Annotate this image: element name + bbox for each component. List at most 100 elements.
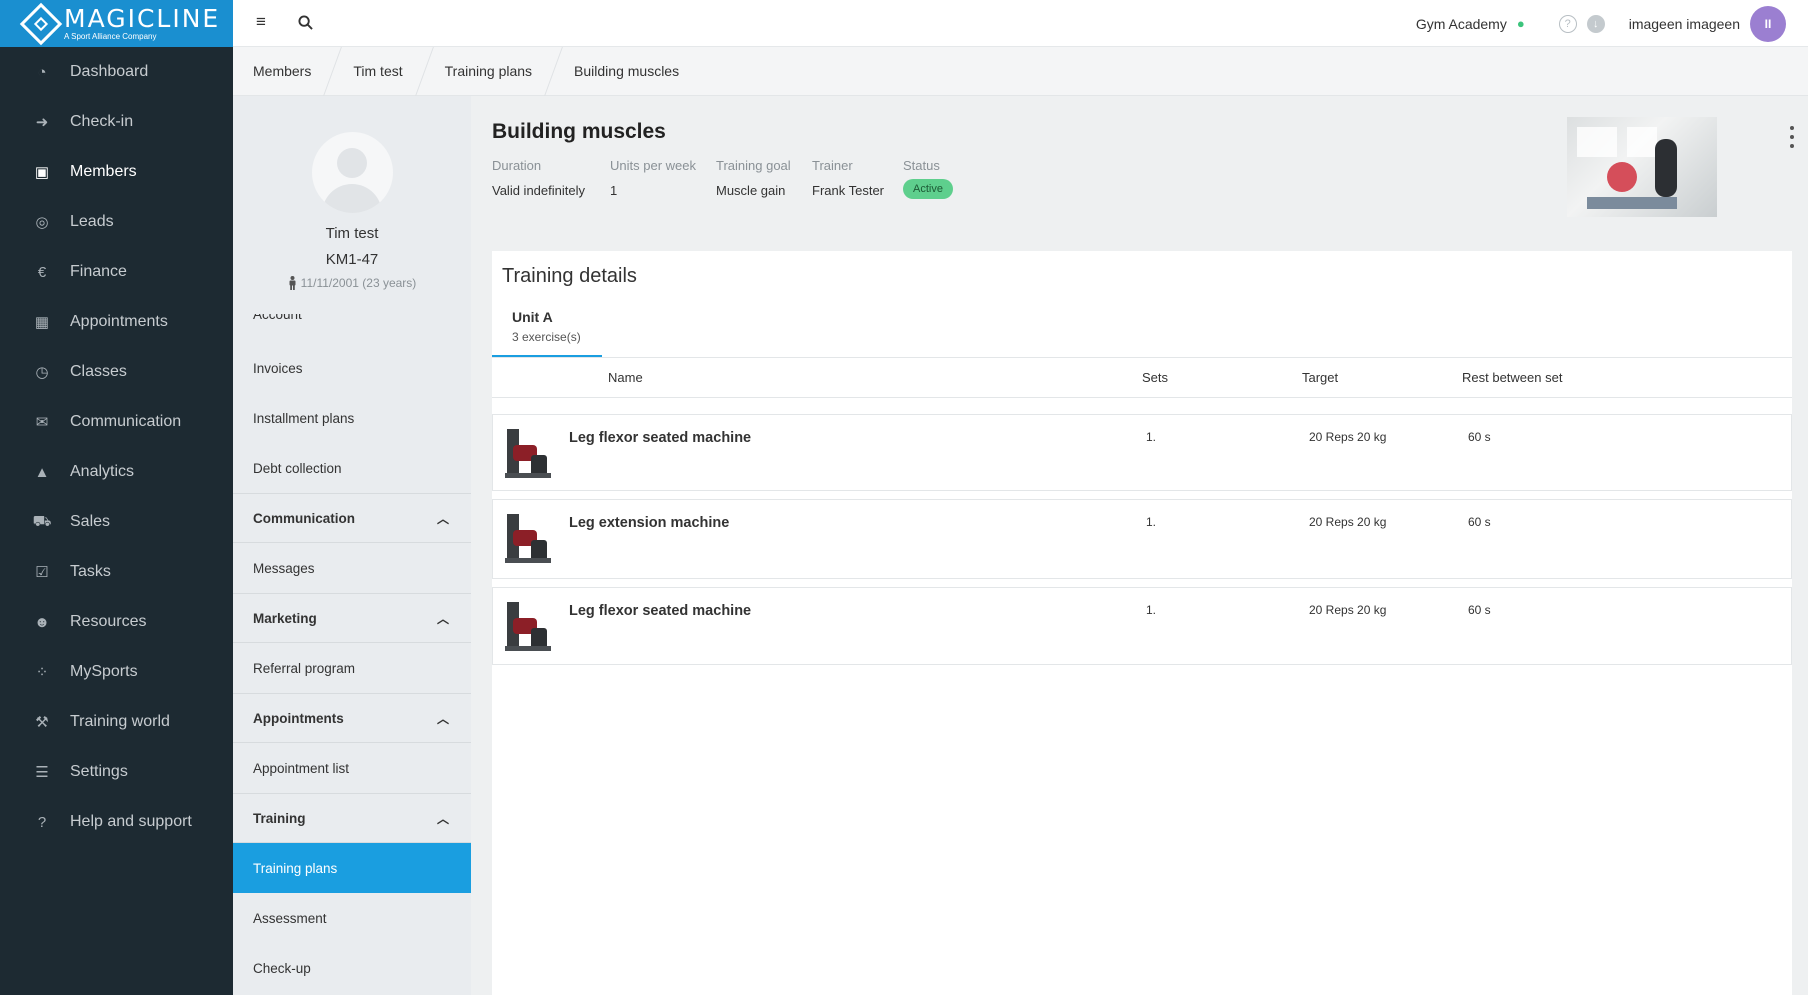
breadcrumb-member[interactable]: Tim test: [333, 47, 424, 96]
unit-tab-label: Unit A: [512, 309, 553, 325]
sidebar-item-mysports[interactable]: ⁘ MySports: [0, 647, 233, 697]
sidebar-item-tasks[interactable]: ☑ Tasks: [0, 547, 233, 597]
stopwatch-icon: ◷: [35, 364, 49, 381]
chart-icon: ▲: [34, 463, 50, 481]
sidebar-item-label: Training world: [70, 713, 170, 730]
column-name: Name: [608, 370, 643, 385]
member-nav-account[interactable]: Account: [233, 314, 471, 343]
table-row[interactable]: Leg extension machine 1. 20 Reps 20 kg 6…: [492, 499, 1792, 579]
plan-units-value: 1: [610, 183, 618, 198]
check-in-icon: ➜: [35, 114, 49, 131]
sidebar-item-analytics[interactable]: ▲ Analytics: [0, 447, 233, 497]
person-icon: [289, 276, 296, 290]
menu-icon[interactable]: ≡: [251, 12, 271, 32]
leads-icon: ◎: [35, 214, 49, 231]
search-icon[interactable]: [295, 12, 315, 32]
unit-tab-count: 3 exercise(s): [512, 330, 581, 344]
plan-status: Status Active: [903, 158, 953, 199]
column-rest: Rest between set: [1462, 370, 1563, 385]
exercise-machine-thumbnail: [503, 598, 555, 653]
sidebar-item-label: Communication: [70, 413, 182, 430]
sidebar-item-finance[interactable]: € Finance: [0, 247, 233, 297]
table-row[interactable]: Leg flexor seated machine 1. 20 Reps 20 …: [492, 414, 1792, 491]
sidebar-item-leads[interactable]: ◎ Leads: [0, 197, 233, 247]
member-nav-appointments-header[interactable]: Appointments ︿: [233, 693, 471, 743]
member-nav-debt-collection[interactable]: Debt collection: [233, 443, 471, 493]
exercise-rest: 60 s: [1468, 515, 1491, 529]
sidebar-item-settings[interactable]: ☰ Settings: [0, 747, 233, 797]
sidebar-item-label: Settings: [70, 763, 128, 780]
people-icon: ☻: [34, 613, 50, 631]
sidebar-item-appointments[interactable]: ▦ Appointments: [0, 297, 233, 347]
section-title: Training details: [502, 265, 637, 287]
cart-icon: ⛟: [32, 512, 52, 530]
exercise-sets: 1.: [1146, 430, 1157, 444]
exercise-rest: 60 s: [1468, 603, 1491, 617]
sidebar-item-label: Dashboard: [70, 63, 149, 80]
help-circle-icon[interactable]: ?: [1558, 14, 1577, 33]
studio-selector[interactable]: Gym Academy: [1416, 16, 1507, 32]
member-nav-training-header[interactable]: Training ︿: [233, 793, 471, 843]
sidebar-item-dashboard[interactable]: ◔ Dashboard: [0, 47, 233, 97]
plan-trainer: Trainer Frank Tester: [812, 158, 884, 198]
exercise-sets: 1.: [1146, 603, 1157, 617]
main-content: Building muscles Duration Valid indefini…: [471, 96, 1808, 995]
member-nav-appointment-list[interactable]: Appointment list: [233, 743, 471, 793]
image-person-trainer: [1655, 139, 1677, 197]
download-icon[interactable]: ↓: [1586, 14, 1605, 33]
sidebar-item-training-world[interactable]: ⚒ Training world: [0, 697, 233, 747]
more-options-icon[interactable]: [1786, 126, 1798, 148]
plan-units-label: Units per week: [610, 158, 696, 173]
image-person-athlete: [1607, 162, 1637, 192]
member-nav-training-plans[interactable]: Training plans: [233, 843, 471, 893]
exercise-machine-thumbnail: [503, 510, 555, 565]
checkbox-icon: ☑: [35, 564, 49, 581]
plan-goal-value: Muscle gain: [716, 183, 786, 198]
sidebar-item-classes[interactable]: ◷ Classes: [0, 347, 233, 397]
sidebar-item-check-in[interactable]: ➜ Check-in: [0, 97, 233, 147]
finance-icon: €: [37, 263, 47, 281]
member-photo-placeholder[interactable]: [311, 132, 393, 213]
sidebar-item-label: Finance: [70, 263, 127, 280]
member-nav-installment-plans[interactable]: Installment plans: [233, 393, 471, 443]
member-name: Tim test: [325, 225, 379, 242]
tab-unit-a[interactable]: Unit A 3 exercise(s): [492, 309, 602, 357]
plan-duration-label: Duration: [492, 158, 542, 173]
avatar[interactable]: II: [1750, 5, 1786, 42]
magicline-logo[interactable]: MAGICLINE A Sport Alliance Company: [0, 0, 233, 47]
page-title: Building muscles: [492, 120, 666, 143]
member-nav-check-up[interactable]: Check-up: [233, 943, 471, 993]
exercise-name: Leg flexor seated machine: [569, 430, 752, 446]
sidebar-item-label: Leads: [70, 213, 114, 230]
member-nav-invoices[interactable]: Invoices: [233, 343, 471, 393]
sidebar-item-help[interactable]: ? Help and support: [0, 797, 233, 847]
breadcrumb-training-plans[interactable]: Training plans: [425, 47, 554, 96]
breadcrumb-members[interactable]: Members: [233, 47, 333, 96]
member-nav-assessment[interactable]: Assessment: [233, 893, 471, 943]
exercise-rest: 60 s: [1468, 430, 1491, 444]
member-nav-referral-program[interactable]: Referral program: [233, 643, 471, 693]
member-dob-text: 11/11/2001 (23 years): [300, 276, 417, 290]
breadcrumb: Members Tim test Training plans Building…: [233, 47, 1808, 96]
chevron-up-icon: ︿: [436, 611, 449, 626]
sidebar-item-sales[interactable]: ⛟ Sales: [0, 497, 233, 547]
exercise-table-header: Name Sets Target Rest between set: [492, 358, 1792, 398]
plan-duration: Duration Valid indefinitely: [492, 158, 585, 198]
sidebar-item-label: Help and support: [70, 813, 192, 830]
sidebar-item-resources[interactable]: ☻ Resources: [0, 597, 233, 647]
member-nav-communication-header[interactable]: Communication ︿: [233, 493, 471, 543]
location-pin-icon: ●: [1516, 16, 1525, 31]
sidebar-item-members[interactable]: ▣ Members: [0, 147, 233, 197]
member-nav-messages[interactable]: Messages: [233, 543, 471, 593]
sidebar-item-communication[interactable]: ✉ Communication: [0, 397, 233, 447]
exercise-machine-thumbnail: [503, 425, 555, 480]
table-row[interactable]: Leg flexor seated machine 1. 20 Reps 20 …: [492, 587, 1792, 665]
chat-icon: ✉: [35, 414, 49, 431]
chevron-up-icon: ︿: [436, 811, 449, 826]
chevron-up-icon: ︿: [436, 711, 449, 726]
grid-dots-icon: ⁘: [35, 664, 49, 681]
member-nav-marketing-header[interactable]: Marketing ︿: [233, 593, 471, 643]
user-name[interactable]: imageen imageen: [1629, 16, 1740, 32]
image-window: [1627, 127, 1657, 157]
sidebar-item-label: Check-in: [70, 113, 134, 130]
